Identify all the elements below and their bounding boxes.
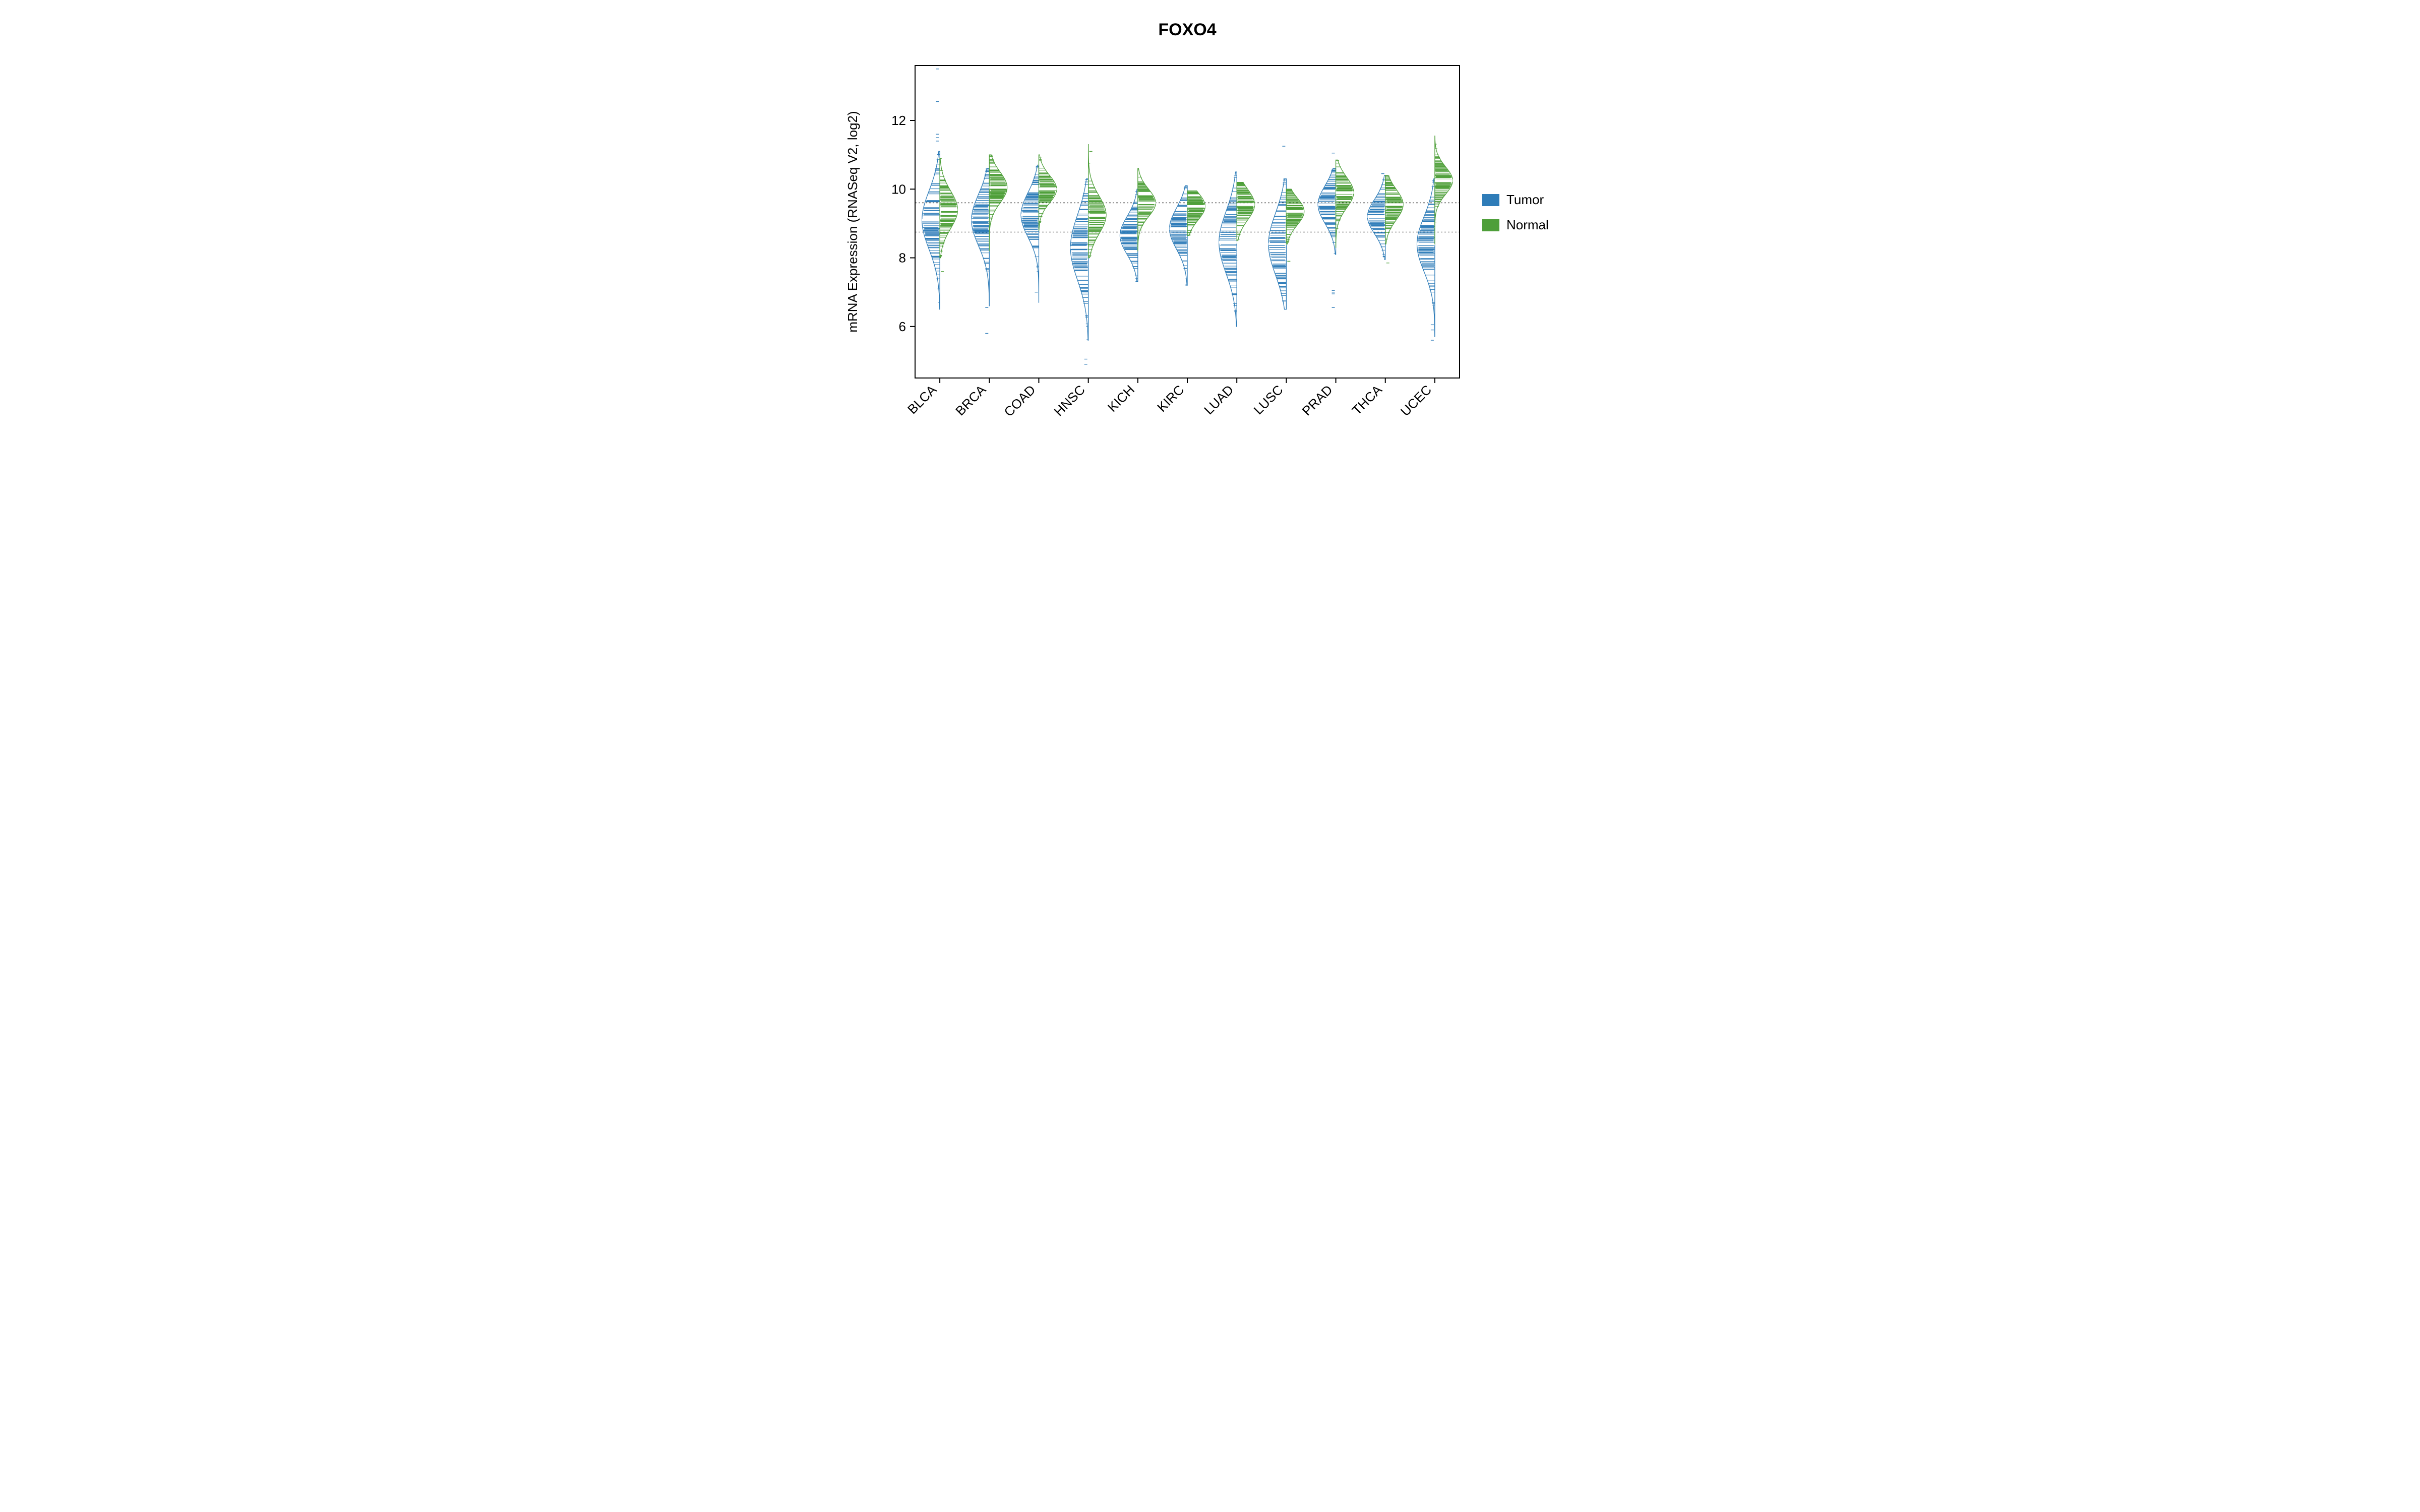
y-tick-label: 12 [891, 113, 906, 128]
bean-outline [972, 168, 989, 306]
x-tick-label: UCEC [1398, 382, 1434, 419]
y-tick-label: 10 [891, 181, 906, 197]
x-tick-label: HNSC [1051, 382, 1088, 419]
y-tick-label: 8 [899, 250, 906, 266]
chart-title: FOXO4 [1158, 20, 1216, 39]
y-tick-label: 6 [899, 319, 906, 334]
x-tick-label: THCA [1349, 382, 1385, 418]
legend-swatch [1482, 194, 1499, 206]
x-tick-label: COAD [1001, 382, 1038, 419]
x-tick-label: LUAD [1201, 382, 1236, 417]
x-tick-label: LUSC [1250, 382, 1286, 417]
y-axis-label: mRNA Expression (RNASeq V2, log2) [845, 111, 860, 332]
legend-swatch [1482, 219, 1499, 231]
legend-label: Tumor [1506, 192, 1544, 207]
x-tick-label: BLCA [904, 382, 940, 417]
x-tick-label: KICH [1105, 382, 1137, 415]
legend-label: Normal [1506, 217, 1549, 232]
bean-outline [1417, 179, 1435, 337]
x-tick-label: PRAD [1299, 382, 1335, 418]
bean-outline [1021, 165, 1039, 303]
x-tick-label: KIRC [1154, 382, 1187, 415]
bean-outline [1435, 136, 1453, 244]
x-tick-label: BRCA [952, 382, 989, 419]
